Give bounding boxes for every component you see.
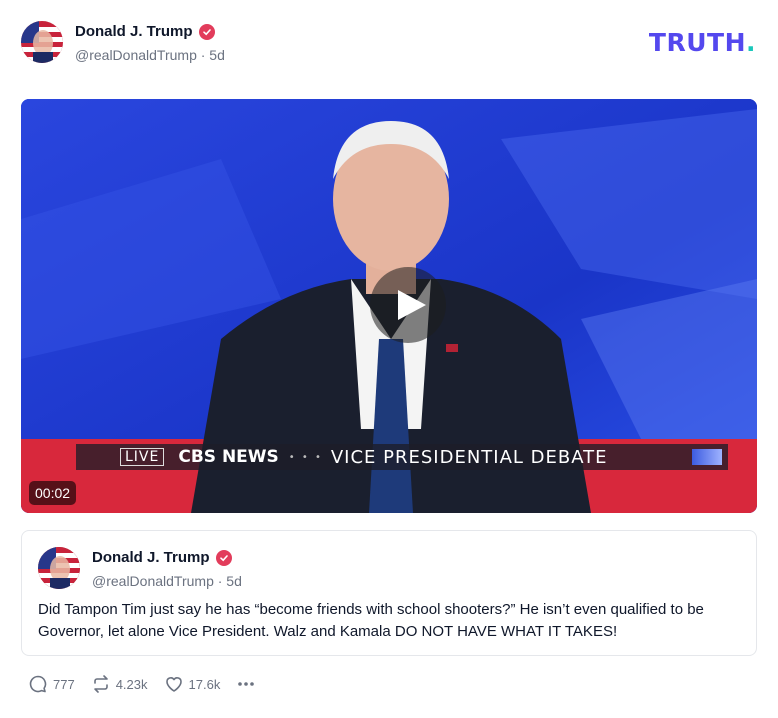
video-player[interactable]: LIVE CBS NEWS • • • VICE PRESIDENTIAL DE… — [21, 99, 757, 513]
play-icon — [398, 290, 426, 320]
author-name-text[interactable]: Donald J. Trump — [75, 23, 193, 40]
quote-author-handle: @realDonaldTrump · 5d — [92, 573, 242, 589]
quote-author-name-text[interactable]: Donald J. Trump — [92, 549, 210, 566]
more-button[interactable] — [236, 674, 256, 694]
author-avatar[interactable] — [21, 21, 63, 63]
logo-text: TRUTH — [648, 28, 746, 57]
reply-count: 777 — [53, 676, 75, 692]
author-name[interactable]: Donald J. Trump — [75, 23, 215, 40]
quoted-post[interactable]: Donald J. Trump @realDonaldTrump · 5d Di… — [21, 530, 757, 656]
retruth-icon — [93, 675, 108, 693]
reply-icon — [29, 675, 47, 693]
quote-author-avatar[interactable] — [38, 547, 80, 589]
chyron-network: CBS NEWS — [178, 447, 279, 467]
post-actions: 777 4.23k 17.6k — [28, 674, 272, 694]
heart-icon — [165, 677, 182, 692]
verified-icon — [198, 23, 215, 40]
verified-icon — [215, 549, 232, 566]
video-duration: 00:02 — [29, 481, 77, 505]
news-chyron: LIVE CBS NEWS • • • VICE PRESIDENTIAL DE… — [76, 444, 728, 470]
chyron-title: VICE PRESIDENTIAL DEBATE — [330, 446, 608, 468]
like-button[interactable]: 17.6k — [164, 674, 221, 694]
reply-button[interactable]: 777 — [28, 674, 75, 694]
logo-dot: . — [746, 28, 756, 57]
like-count: 17.6k — [188, 676, 221, 692]
more-icon — [238, 682, 255, 686]
play-button[interactable] — [370, 267, 446, 343]
quote-text: Did Tampon Tim just say he has “become f… — [38, 601, 704, 640]
truth-logo[interactable]: TRUTH. — [649, 28, 756, 57]
chyron-dots: • • • — [288, 451, 323, 463]
retruth-count: 4.23k — [115, 676, 148, 692]
chyron-stripe — [692, 449, 722, 465]
chyron-live: LIVE — [120, 448, 165, 466]
author-handle: @realDonaldTrump · 5d — [75, 47, 225, 63]
quote-author-name[interactable]: Donald J. Trump — [92, 549, 232, 566]
retruth-button[interactable]: 4.23k — [91, 674, 148, 694]
